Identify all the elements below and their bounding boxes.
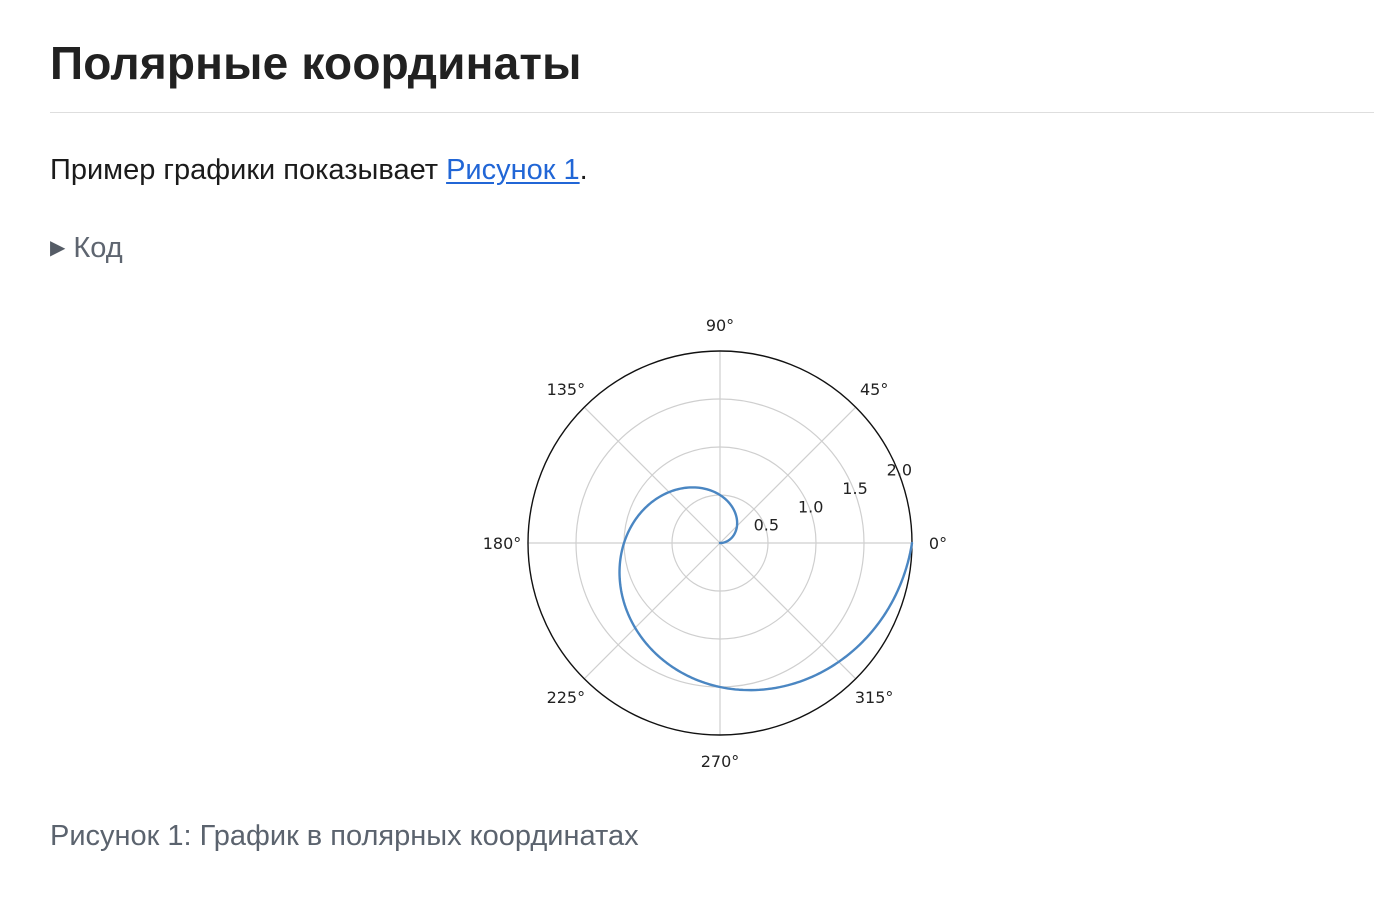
polar-figure: 0° 45° 90° 135° 180° 225° 270° 315° 0.5 1.0 1.5 2.0 [420,300,980,790]
triangle-right-icon: ▶ [50,236,66,259]
theta-grid-line-3 [583,406,721,544]
code-details-label: Код [73,232,123,264]
theta-tick-label: 315° [855,688,894,707]
theta-grid-line-7 [719,542,857,680]
theta-tick-label: 45° [860,380,888,399]
r-tick-label: 2.0 [887,461,912,480]
theta-tick-label: 0° [929,534,947,553]
theta-tick-label: 270° [701,752,740,771]
intro-text: Пример графики показывает [50,154,447,186]
polar-chart: 0° 45° 90° 135° 180° 225° 270° 315° 0.5 1.0 1.5 2.0 [483,316,947,771]
theta-grid-line-1 [719,406,857,544]
theta-grid-line-5 [583,542,721,680]
intro-suffix: . [579,154,588,186]
intro-paragraph: Пример графики показывает Рисунок 1. [50,152,588,190]
r-tick-label: 1.0 [798,497,823,516]
title-divider [50,112,1374,113]
r-tick-label: 1.5 [842,479,867,498]
code-details-toggle[interactable]: ▶ Код [50,230,123,268]
theta-tick-label: 225° [547,688,586,707]
theta-tick-label: 135° [547,380,586,399]
figure-caption: Рисунок 1: График в полярных координатах [50,820,639,852]
figure-link[interactable]: Рисунок 1 [446,154,580,186]
theta-tick-label: 180° [483,534,522,553]
page-title: Полярные координаты [50,37,582,89]
theta-tick-label: 90° [706,316,734,335]
r-tick-label: 0.5 [754,516,779,535]
